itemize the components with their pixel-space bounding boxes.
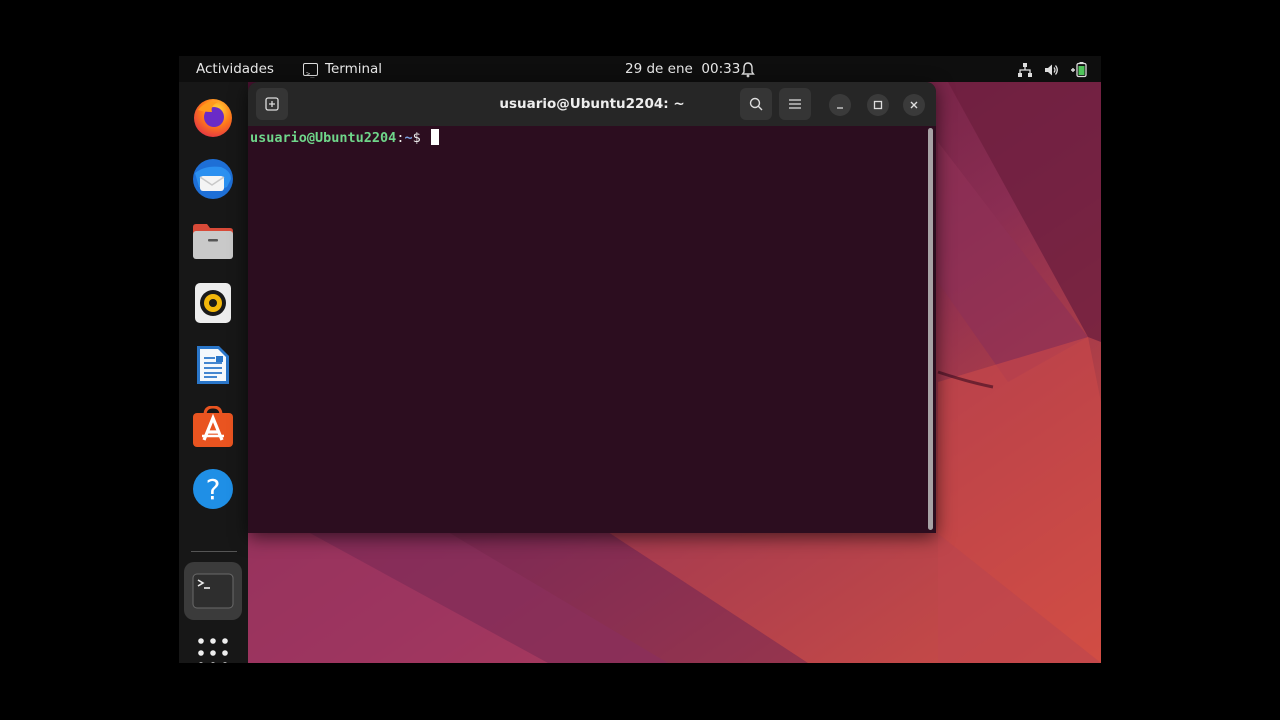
volume-icon[interactable] bbox=[1043, 61, 1059, 77]
libreoffice-writer-icon bbox=[197, 346, 229, 384]
dock-firefox[interactable] bbox=[190, 94, 236, 140]
prompt-symbol: $ bbox=[412, 130, 429, 146]
terminal-output[interactable]: usuario@Ubuntu2204:~$ bbox=[248, 126, 936, 533]
search-icon bbox=[749, 97, 763, 111]
dock-rhythmbox[interactable] bbox=[190, 280, 236, 326]
rhythmbox-icon bbox=[195, 283, 231, 323]
dock-libreoffice-writer[interactable] bbox=[190, 342, 236, 388]
close-button[interactable] bbox=[903, 94, 925, 116]
firefox-icon bbox=[194, 99, 232, 137]
prompt-path: ~ bbox=[404, 130, 413, 146]
text-cursor bbox=[430, 129, 439, 145]
search-button[interactable] bbox=[740, 88, 772, 120]
close-icon bbox=[910, 101, 918, 109]
minimize-button[interactable] bbox=[829, 94, 851, 116]
top-bar: Actividades >_ Terminal 29 de ene 00:33 bbox=[179, 56, 1101, 82]
dock-thunderbird[interactable] bbox=[190, 156, 236, 202]
app-center-icon bbox=[193, 406, 233, 447]
files-icon bbox=[193, 224, 233, 259]
dock: ? bbox=[179, 82, 248, 663]
clock-time: 00:33 bbox=[701, 61, 741, 77]
terminal-header-bar[interactable]: usuario@Ubuntu2204: ~ bbox=[248, 82, 936, 126]
app-menu-label: Terminal bbox=[325, 61, 383, 77]
shell-prompt: usuario@Ubuntu2204:~$ bbox=[250, 129, 439, 147]
activities-button[interactable]: Actividades bbox=[196, 56, 274, 82]
clock-date: 29 de ene bbox=[625, 61, 693, 77]
terminal-app-icon: >_ bbox=[303, 62, 318, 78]
terminal-window[interactable]: usuario@Ubuntu2204: ~ usuario@Ubuntu2204… bbox=[248, 82, 936, 533]
maximize-button[interactable] bbox=[867, 94, 889, 116]
help-icon: ? bbox=[193, 469, 233, 509]
desktop: Actividades >_ Terminal 29 de ene 00:33 bbox=[179, 56, 1101, 663]
dock-files[interactable] bbox=[190, 218, 236, 264]
hamburger-menu-icon bbox=[789, 99, 801, 109]
clock[interactable]: 29 de ene 00:33 bbox=[625, 56, 740, 82]
dock-app-center[interactable] bbox=[190, 404, 236, 450]
prompt-user: usuario@Ubuntu2204 bbox=[250, 130, 397, 146]
bell-icon[interactable] bbox=[741, 61, 755, 78]
dock-terminal[interactable] bbox=[184, 562, 242, 620]
dock-separator bbox=[191, 551, 237, 552]
thunderbird-icon bbox=[193, 159, 233, 199]
network-icon[interactable] bbox=[1017, 61, 1033, 77]
terminal-icon bbox=[192, 573, 234, 609]
show-apps-icon bbox=[198, 638, 228, 663]
minimize-icon bbox=[837, 107, 843, 109]
battery-icon[interactable] bbox=[1070, 61, 1088, 78]
terminal-scrollbar[interactable] bbox=[928, 128, 933, 530]
dock-show-apps[interactable] bbox=[190, 630, 236, 663]
svg-text:?: ? bbox=[206, 473, 221, 506]
app-menu-button[interactable]: >_ Terminal bbox=[303, 56, 382, 82]
menu-button[interactable] bbox=[779, 88, 811, 120]
maximize-icon bbox=[873, 100, 883, 110]
dock-help[interactable]: ? bbox=[190, 466, 236, 512]
